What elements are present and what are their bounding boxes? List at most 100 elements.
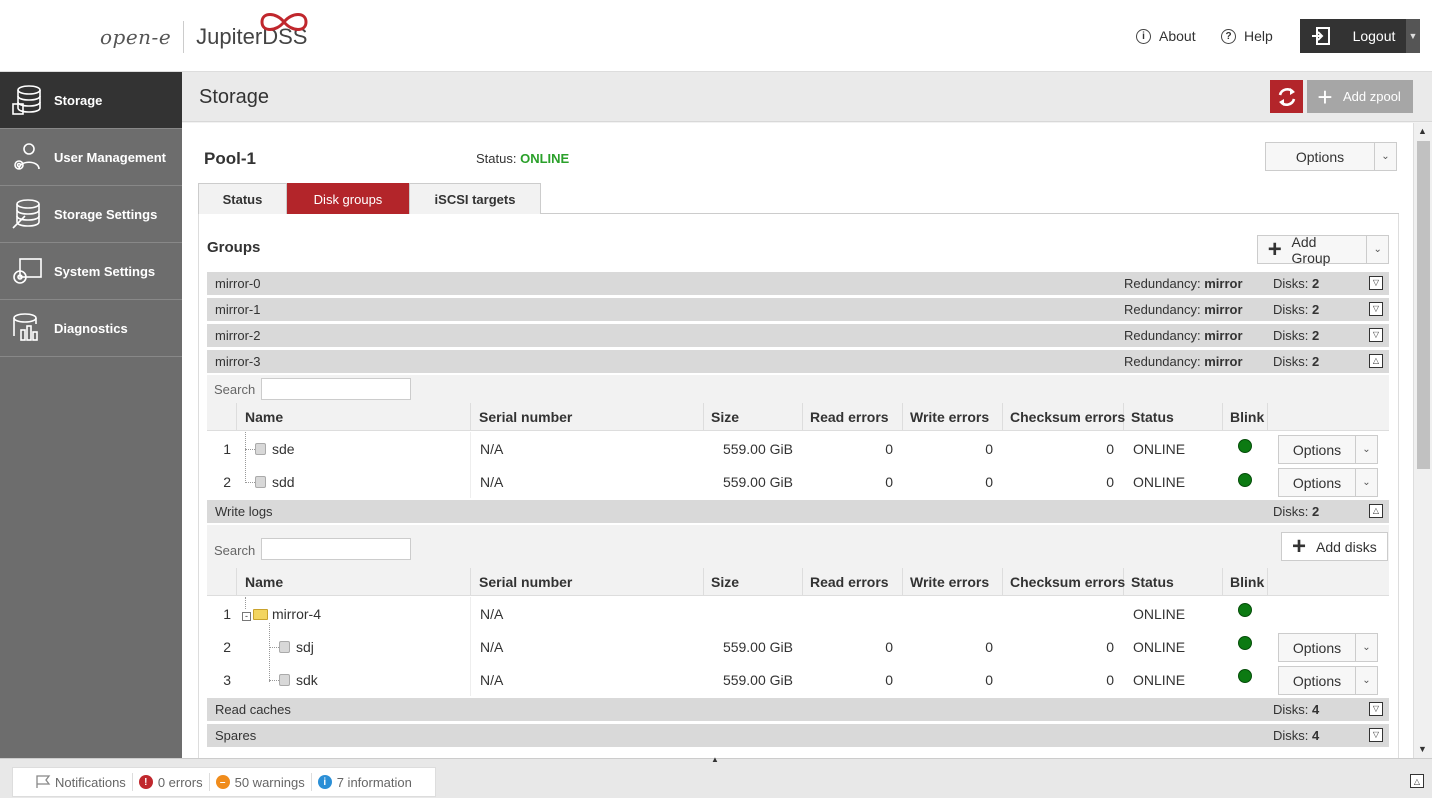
add-disks-button[interactable]: + Add disks — [1281, 532, 1388, 561]
expand-panel-icon[interactable]: △ — [1410, 774, 1424, 788]
mirror-3-search-bar: Search — [207, 375, 1389, 403]
blink-indicator[interactable] — [1238, 473, 1252, 487]
column-header-serial[interactable]: Serial number — [479, 574, 572, 590]
group-row-mirror-2[interactable]: mirror-2 Redundancy: mirror Disks: 2 ▽ — [207, 324, 1389, 347]
expand-icon[interactable]: ▽ — [1369, 276, 1383, 290]
group-row-write-logs[interactable]: Write logs Disks: 2 △ — [207, 500, 1389, 523]
pool-status-value: ONLINE — [520, 151, 570, 166]
disk-options-button[interactable]: Options ⌄ — [1278, 468, 1378, 497]
tab-iscsi-targets[interactable]: iSCSI targets — [409, 183, 541, 214]
information-count[interactable]: 7 information — [337, 775, 412, 790]
about-link[interactable]: i About — [1136, 28, 1196, 44]
vertical-scrollbar[interactable]: ▲ ▼ — [1413, 123, 1432, 758]
blink-indicator[interactable] — [1238, 439, 1252, 453]
scroll-down-icon[interactable]: ▼ — [1418, 744, 1427, 754]
group-disks: Disks: 2 — [1273, 302, 1319, 317]
chevron-down-icon[interactable]: ⌄ — [1355, 667, 1377, 694]
expand-icon[interactable]: ▽ — [1369, 728, 1383, 742]
add-group-button[interactable]: + Add Group ⌄ — [1257, 233, 1389, 266]
collapse-tree-icon[interactable]: - — [242, 612, 251, 621]
help-label: Help — [1244, 28, 1273, 44]
group-row-mirror-1[interactable]: mirror-1 Redundancy: mirror Disks: 2 ▽ — [207, 298, 1389, 321]
errors-count[interactable]: 0 errors — [158, 775, 203, 790]
logout-button[interactable]: Logout ▼ — [1300, 19, 1420, 53]
group-row-mirror-0[interactable]: mirror-0 Redundancy: mirror Disks: 2 ▽ — [207, 272, 1389, 295]
sidebar-item-storage-settings[interactable]: Storage Settings — [0, 186, 182, 243]
row-index: 1 — [223, 441, 231, 457]
add-zpool-button[interactable]: + Add zpool — [1307, 80, 1413, 113]
diagnostics-icon — [10, 311, 44, 345]
column-header-size[interactable]: Size — [711, 409, 739, 425]
sidebar-item-diagnostics[interactable]: Diagnostics — [0, 300, 182, 357]
redundancy-label: Redundancy: — [1124, 276, 1201, 291]
group-row-mirror-3[interactable]: mirror-3 Redundancy: mirror Disks: 2 △ — [207, 350, 1389, 373]
pool-options-button[interactable]: Options ⌄ — [1265, 142, 1397, 171]
column-header-name[interactable]: Name — [245, 409, 283, 425]
chevron-down-icon[interactable]: ⌄ — [1374, 143, 1396, 170]
group-name: Read caches — [215, 702, 291, 717]
notifications-bar[interactable]: Notifications ! 0 errors – 50 warnings i… — [12, 767, 436, 797]
warnings-count[interactable]: 50 warnings — [235, 775, 305, 790]
group-redundancy: Redundancy: mirror — [1124, 328, 1243, 343]
add-group-label: Add Group — [1291, 233, 1331, 266]
resize-handle-icon[interactable]: ▲ — [698, 755, 732, 764]
column-header-name[interactable]: Name — [245, 574, 283, 590]
column-header-checksum-errors[interactable]: Checksum errors — [1010, 409, 1125, 425]
column-header-write-errors[interactable]: Write errors — [910, 409, 989, 425]
column-header-read-errors[interactable]: Read errors — [810, 409, 889, 425]
disk-name: sdj — [296, 639, 314, 655]
column-header-size[interactable]: Size — [711, 574, 739, 590]
chevron-down-icon[interactable]: ▼ — [1406, 19, 1420, 53]
scroll-up-icon[interactable]: ▲ — [1418, 126, 1427, 136]
refresh-button[interactable] — [1270, 80, 1303, 113]
group-row-spares[interactable]: Spares Disks: 4 ▽ — [207, 724, 1389, 747]
column-header-status[interactable]: Status — [1131, 574, 1174, 590]
column-header-status[interactable]: Status — [1131, 409, 1174, 425]
chevron-down-icon[interactable]: ⌄ — [1355, 469, 1377, 496]
disk-options-button[interactable]: Options ⌄ — [1278, 435, 1378, 464]
blink-indicator[interactable] — [1238, 669, 1252, 683]
disk-options-button[interactable]: Options ⌄ — [1278, 633, 1378, 662]
question-icon: ? — [1221, 28, 1236, 44]
expand-icon[interactable]: ▽ — [1369, 302, 1383, 316]
sidebar-item-system-settings[interactable]: System Settings — [0, 243, 182, 300]
expand-icon[interactable]: ▽ — [1369, 702, 1383, 716]
blink-indicator[interactable] — [1238, 636, 1252, 650]
read-errors-cell: 0 — [885, 639, 893, 655]
expand-icon[interactable]: ▽ — [1369, 328, 1383, 342]
collapse-icon[interactable]: △ — [1369, 504, 1383, 518]
serial-cell: N/A — [480, 441, 504, 457]
column-header-blink[interactable]: Blink — [1230, 409, 1264, 425]
page-titlebar: Storage + Add zpool — [182, 72, 1432, 122]
options-label: Options — [1292, 474, 1342, 491]
size-cell: 559.00 GiB — [722, 672, 793, 688]
collapse-icon[interactable]: △ — [1369, 354, 1383, 368]
group-name: mirror-2 — [215, 328, 261, 343]
search-input[interactable] — [261, 538, 411, 560]
sidebar-item-user-management[interactable]: User Management — [0, 129, 182, 186]
column-header-read-errors[interactable]: Read errors — [810, 574, 889, 590]
column-header-blink[interactable]: Blink — [1230, 574, 1264, 590]
serial-cell: N/A — [480, 606, 504, 622]
help-link[interactable]: ? Help — [1221, 28, 1273, 44]
scrollbar-thumb[interactable] — [1417, 141, 1430, 469]
chevron-down-icon[interactable]: ⌄ — [1355, 436, 1377, 463]
add-zpool-label: Add zpool — [1343, 89, 1401, 104]
group-name: Write logs — [215, 504, 273, 519]
column-header-checksum-errors[interactable]: Checksum errors — [1010, 574, 1125, 590]
disk-name-cell: sdd — [255, 474, 295, 490]
column-header-write-errors[interactable]: Write errors — [910, 574, 989, 590]
group-row-read-caches[interactable]: Read caches Disks: 4 ▽ — [207, 698, 1389, 721]
disk-options-button[interactable]: Options ⌄ — [1278, 666, 1378, 695]
sidebar-item-storage[interactable]: Storage — [0, 72, 182, 129]
search-input[interactable] — [261, 378, 411, 400]
status-cell: ONLINE — [1133, 441, 1186, 457]
blink-indicator[interactable] — [1238, 603, 1252, 617]
tab-status[interactable]: Status — [198, 183, 287, 214]
disks-label: Disks: — [1273, 702, 1309, 717]
tab-disk-groups[interactable]: Disk groups — [287, 183, 409, 214]
group-disks: Disks: 2 — [1273, 276, 1319, 291]
column-header-serial[interactable]: Serial number — [479, 409, 572, 425]
chevron-down-icon[interactable]: ⌄ — [1355, 634, 1377, 661]
chevron-down-icon[interactable]: ⌄ — [1366, 236, 1388, 263]
